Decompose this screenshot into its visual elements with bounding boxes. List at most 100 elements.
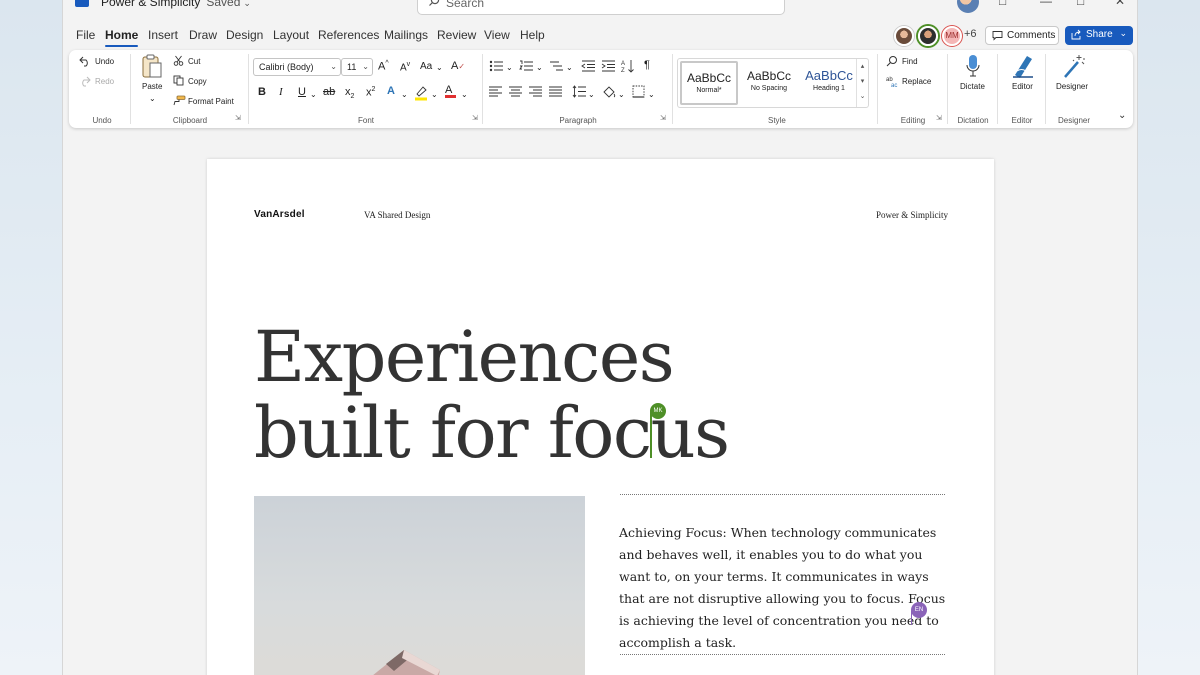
justify-icon[interactable] [549, 86, 562, 97]
replace-button[interactable]: Replace [902, 77, 931, 86]
tab-references[interactable]: References [318, 28, 379, 42]
subscript-icon[interactable]: x2 [345, 86, 354, 100]
cut-button[interactable]: Cut [188, 57, 200, 66]
body-paragraph[interactable]: Achieving Focus: When technology communi… [619, 522, 949, 654]
replace-icon[interactable]: abac [886, 75, 899, 87]
tab-view[interactable]: View [484, 28, 510, 42]
font-name-dropdown[interactable]: Calibri (Body) ⌄ [253, 58, 341, 76]
dialog-launcher-icon[interactable]: ⇲ [936, 114, 942, 122]
chevron-down-icon[interactable]: ⌄ [310, 90, 317, 99]
change-case-icon[interactable]: Aa [420, 61, 432, 72]
dialog-launcher-icon[interactable]: ⇲ [472, 114, 478, 122]
chevron-down-icon[interactable]: ⌄ [461, 90, 468, 99]
shrink-font-icon[interactable]: Av [400, 61, 410, 73]
redo-button[interactable]: Redo [95, 77, 114, 86]
minimize-icon[interactable]: — [1040, 0, 1052, 8]
clear-formatting-icon[interactable]: A✓ [451, 60, 465, 72]
tab-design[interactable]: Design [226, 28, 263, 42]
superscript-icon[interactable]: x2 [366, 86, 375, 99]
text-effects-icon[interactable]: A [387, 85, 395, 97]
style-scroll[interactable]: ▴ ▾ ⌄ [856, 59, 868, 107]
search-box[interactable]: Search [417, 0, 785, 15]
highlight-color-icon[interactable] [414, 85, 428, 101]
multilevel-list-icon[interactable] [549, 60, 563, 72]
increase-indent-icon[interactable] [601, 60, 615, 72]
collaborator-avatar-mm[interactable]: MM [942, 26, 962, 46]
chevron-down-icon[interactable]: ⌄ [431, 90, 438, 99]
paste-button[interactable]: Paste [142, 82, 162, 91]
tab-review[interactable]: Review [437, 28, 476, 42]
share-button[interactable]: Share ⌄ [1065, 26, 1133, 45]
redo-icon[interactable] [79, 75, 91, 87]
tab-help[interactable]: Help [520, 28, 545, 42]
tab-mailings[interactable]: Mailings [384, 28, 428, 42]
more-styles-icon[interactable]: ⌄ [857, 89, 868, 104]
style-heading-1[interactable]: AaBbCc Heading 1 [800, 61, 858, 105]
designer-icon[interactable] [1062, 53, 1086, 79]
headline[interactable]: Experiences built for focus [254, 319, 730, 471]
sort-icon[interactable]: AZ [621, 59, 635, 73]
align-right-icon[interactable] [529, 86, 542, 97]
document-title[interactable]: Power & Simplicity Saved ⌄ [101, 0, 251, 9]
bullets-icon[interactable] [489, 60, 503, 72]
chevron-down-icon[interactable]: ⌄ [648, 90, 655, 99]
dialog-launcher-icon[interactable]: ⇲ [660, 114, 666, 122]
collaborators-more[interactable]: +6 [964, 28, 977, 40]
font-color-icon[interactable]: A [445, 84, 456, 98]
grow-font-icon[interactable]: A^ [378, 60, 389, 73]
close-icon[interactable]: ✕ [1115, 0, 1125, 8]
paste-icon[interactable] [141, 54, 163, 80]
undo-icon[interactable] [79, 55, 91, 67]
editor-button[interactable]: Editor [1012, 82, 1033, 91]
decrease-indent-icon[interactable] [581, 60, 595, 72]
tab-insert[interactable]: Insert [148, 28, 178, 42]
chevron-down-icon[interactable]: ⌄ [436, 63, 443, 72]
dictate-button[interactable]: Dictate [960, 82, 985, 91]
format-painter-icon[interactable] [173, 95, 186, 106]
style-no-spacing[interactable]: AaBbCc No Spacing [740, 61, 798, 105]
building-photo[interactable] [254, 496, 585, 675]
chevron-up-icon[interactable]: ▴ [857, 59, 868, 74]
microphone-icon[interactable] [965, 54, 981, 78]
mic-icon[interactable]: □ [999, 0, 1006, 8]
underline-icon[interactable]: U [298, 86, 306, 98]
collaborator-flag-mk[interactable]: MK [650, 403, 666, 419]
find-icon[interactable] [886, 55, 898, 67]
document-page[interactable]: VanArsdel VA Shared Design Power & Simpl… [207, 159, 994, 675]
designer-button[interactable]: Designer [1056, 82, 1088, 91]
style-normal[interactable]: AaBbCc Normal* [680, 61, 738, 105]
italic-icon[interactable]: I [279, 86, 283, 98]
strikethrough-icon[interactable]: ab [323, 86, 335, 98]
align-center-icon[interactable] [509, 86, 522, 97]
chevron-down-icon[interactable]: ⌄ [536, 63, 543, 72]
tab-home[interactable]: Home [105, 28, 139, 47]
account-avatar[interactable] [957, 0, 979, 13]
collaborator-flag-en[interactable]: EN [911, 602, 927, 618]
chevron-down-icon[interactable]: ⌄ [618, 90, 625, 99]
show-marks-icon[interactable]: ¶ [644, 59, 650, 71]
tab-file[interactable]: File [76, 28, 95, 42]
chevron-down-icon[interactable]: ⌄ [588, 90, 595, 99]
shading-icon[interactable] [602, 85, 616, 99]
tab-draw[interactable]: Draw [189, 28, 217, 42]
chevron-down-icon[interactable]: ⌄ [401, 90, 408, 99]
collaborator-avatar[interactable] [918, 26, 938, 46]
bold-icon[interactable]: B [258, 86, 266, 98]
find-button[interactable]: Find [902, 57, 918, 66]
font-size-dropdown[interactable]: 11 ⌄ [341, 58, 373, 76]
dialog-launcher-icon[interactable]: ⇲ [235, 114, 241, 122]
borders-icon[interactable] [632, 85, 645, 98]
line-spacing-icon[interactable] [572, 85, 586, 98]
numbering-icon[interactable] [519, 60, 533, 72]
collapse-ribbon-chevron-icon[interactable]: ⌄ [1118, 110, 1126, 121]
cut-icon[interactable] [173, 55, 184, 66]
undo-button[interactable]: Undo [95, 57, 114, 66]
comments-button[interactable]: Comments [985, 26, 1059, 45]
chevron-down-icon[interactable]: ⌄ [566, 63, 573, 72]
chevron-down-icon[interactable]: ▾ [857, 74, 868, 89]
copy-button[interactable]: Copy [188, 77, 207, 86]
format-paint-button[interactable]: Format Paint [188, 97, 234, 106]
editor-icon[interactable] [1011, 53, 1035, 79]
copy-icon[interactable] [173, 75, 184, 86]
collaborator-avatar[interactable] [894, 26, 914, 46]
